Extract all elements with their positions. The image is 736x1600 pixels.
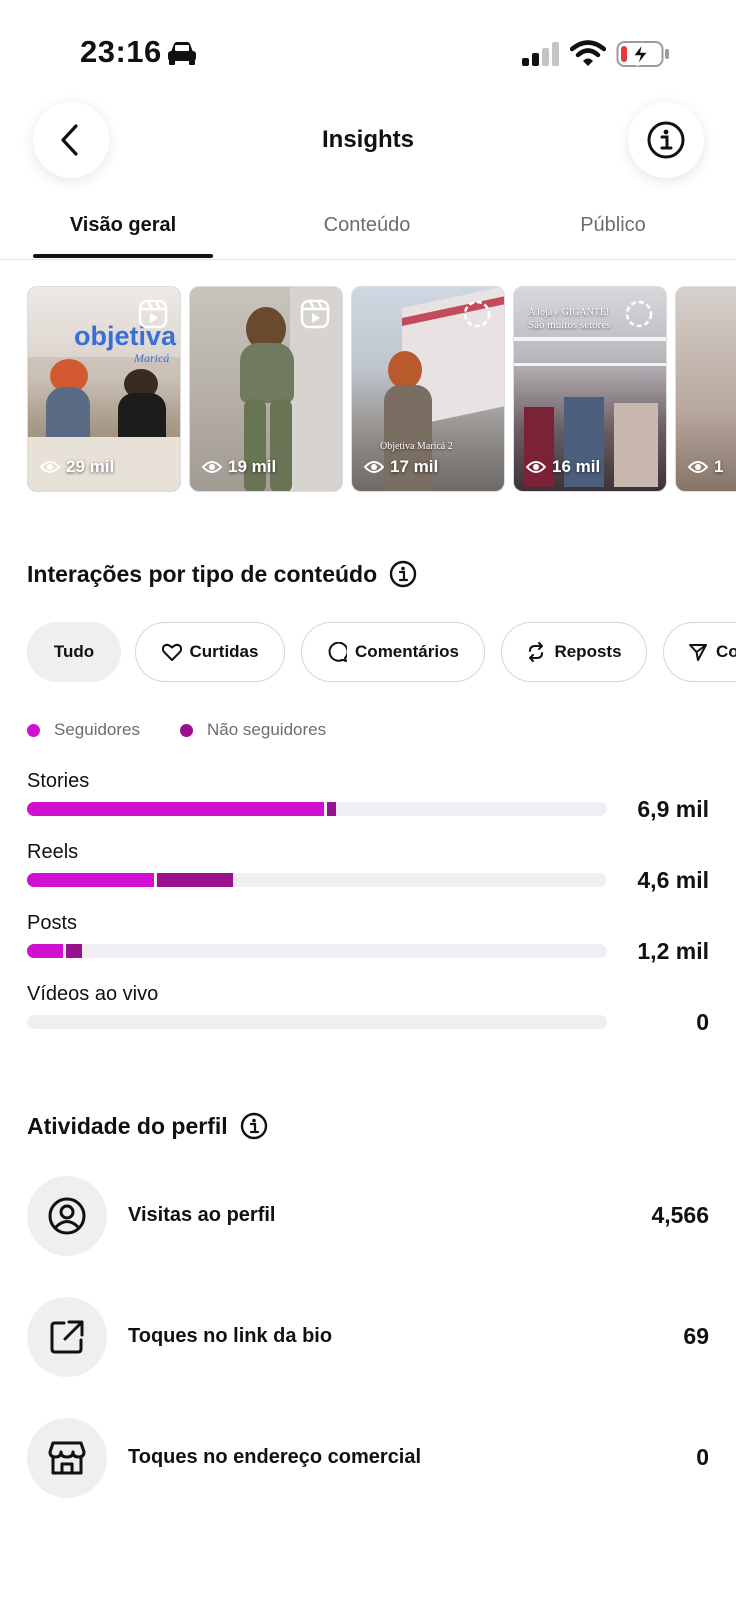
profile-activity-section-title: Atividade do perfil bbox=[27, 1112, 268, 1140]
wifi-icon bbox=[570, 40, 606, 66]
interactions-section-title: Interações por tipo de conteúdo bbox=[27, 560, 417, 588]
chart-bar-segment bbox=[27, 873, 154, 887]
chart-legend: Seguidores Não seguidores bbox=[27, 720, 326, 740]
legend-dot bbox=[180, 723, 194, 737]
content-thumbnail[interactable]: objetiva Maricá 29 mil bbox=[27, 286, 181, 492]
thumbnail-overlay-subtext: Maricá bbox=[134, 351, 170, 365]
activity-value: 4,566 bbox=[651, 1202, 709, 1228]
activity-value: 69 bbox=[683, 1323, 709, 1349]
chart-value-label: 4,6 mil bbox=[637, 867, 709, 893]
content-thumbnails: objetiva Maricá 29 mil 19 mil Objetiva M… bbox=[27, 286, 736, 492]
chart-bar-track bbox=[27, 873, 607, 887]
chart-row: Posts 1,2 mil bbox=[27, 912, 709, 964]
thumbnail-views: 19 mil bbox=[202, 457, 276, 477]
chart-value-label: 0 bbox=[696, 1009, 709, 1035]
info-icon bbox=[647, 121, 685, 159]
chart-value-label: 1,2 mil bbox=[637, 938, 709, 964]
chart-bar-track bbox=[27, 1015, 607, 1029]
info-icon[interactable] bbox=[240, 1112, 268, 1140]
chart-bar-segment bbox=[27, 802, 324, 816]
story-ring-icon bbox=[463, 300, 491, 328]
status-bar: 23:16 bbox=[0, 0, 736, 90]
content-thumbnail[interactable]: A loja é GIGANTE! São muitos setores 16 … bbox=[513, 286, 667, 492]
thumbnail-views: 17 mil bbox=[364, 457, 438, 477]
thumbnail-views: 16 mil bbox=[526, 457, 600, 477]
heart-icon bbox=[161, 643, 182, 661]
chart-category-label: Stories bbox=[27, 770, 90, 792]
eye-icon bbox=[688, 461, 708, 473]
activity-label: Toques no link da bio bbox=[128, 1325, 333, 1347]
content-thumbnail[interactable]: 19 mil bbox=[189, 286, 343, 492]
chart-bar-segment bbox=[157, 873, 233, 887]
user-circle-icon bbox=[27, 1176, 107, 1256]
chart-bar-track bbox=[27, 802, 607, 816]
filter-chip-all[interactable]: Tudo bbox=[27, 622, 121, 682]
activity-row-business-address-taps[interactable]: Toques no endereço comercial 0 bbox=[27, 1418, 709, 1498]
chart-bar-segment bbox=[66, 944, 82, 958]
header: Insights bbox=[0, 90, 736, 210]
filter-chip-comments[interactable]: Comentários bbox=[301, 622, 485, 682]
car-icon bbox=[168, 42, 196, 65]
thumbnail-overlay-text: Objetiva Maricá 2 bbox=[380, 441, 453, 452]
chart-bar-segment bbox=[27, 944, 63, 958]
legend-item-followers: Seguidores bbox=[27, 720, 140, 740]
thumbnail-overlay-text: A loja é GIGANTE! bbox=[528, 307, 610, 318]
content-thumbnail[interactable]: Objetiva Maricá 2 17 mil bbox=[351, 286, 505, 492]
tab-audience[interactable]: Público bbox=[523, 214, 703, 237]
external-link-icon bbox=[27, 1297, 107, 1377]
activity-label: Toques no endereço comercial bbox=[128, 1446, 422, 1468]
eye-icon bbox=[202, 461, 222, 473]
battery-charging-icon bbox=[616, 41, 669, 67]
eye-icon bbox=[526, 461, 546, 473]
chart-value-label: 6,9 mil bbox=[637, 796, 709, 822]
chart-bar-track bbox=[27, 944, 607, 958]
thumbnail-views: 29 mil bbox=[40, 457, 114, 477]
reels-icon bbox=[300, 299, 330, 329]
story-ring-icon bbox=[625, 300, 653, 328]
page-title: Insights bbox=[321, 126, 414, 153]
activity-value: 0 bbox=[696, 1444, 709, 1470]
status-time: 23:16 bbox=[80, 34, 162, 69]
content-thumbnail[interactable]: 1 bbox=[675, 286, 736, 492]
chart-category-label: Posts bbox=[27, 912, 78, 934]
repost-icon bbox=[529, 642, 544, 662]
chart-category-label: Vídeos ao vivo bbox=[27, 983, 159, 1005]
eye-icon bbox=[40, 461, 60, 473]
filter-chip-likes[interactable]: Curtidas bbox=[135, 622, 285, 682]
chart-category-label: Reels bbox=[27, 841, 79, 863]
filter-chip-reposts[interactable]: Reposts bbox=[501, 622, 647, 682]
activity-row-bio-link-taps[interactable]: Toques no link da bio 69 bbox=[27, 1297, 709, 1377]
signal-icon bbox=[522, 42, 559, 66]
comment-icon bbox=[328, 642, 348, 662]
tab-content[interactable]: Conteúdo bbox=[277, 214, 457, 237]
tab-overview[interactable]: Visão geral bbox=[33, 214, 213, 237]
chart-row: Reels 4,6 mil bbox=[27, 841, 709, 893]
tab-bar: Visão geral Conteúdo Público bbox=[0, 204, 736, 260]
active-tab-indicator bbox=[33, 254, 213, 258]
legend-item-non-followers: Não seguidores bbox=[180, 720, 326, 740]
reels-icon bbox=[138, 299, 168, 329]
chart-row: Vídeos ao vivo 0 bbox=[27, 983, 709, 1035]
thumbnail-views: 1 bbox=[688, 457, 723, 477]
info-button[interactable] bbox=[628, 102, 704, 178]
activity-label: Visitas ao perfil bbox=[128, 1204, 276, 1226]
legend-dot bbox=[27, 723, 40, 737]
send-icon bbox=[689, 644, 707, 661]
activity-row-profile-visits[interactable]: Visitas ao perfil 4,566 bbox=[27, 1176, 709, 1256]
eye-icon bbox=[364, 461, 384, 473]
chart-bar-segment bbox=[327, 802, 336, 816]
info-icon[interactable] bbox=[389, 560, 417, 588]
storefront-icon bbox=[27, 1418, 107, 1498]
filter-chip-shares[interactable]: Co bbox=[663, 622, 736, 682]
content-type-filters: Tudo Curtidas Comentários Reposts Co bbox=[27, 622, 736, 684]
chart-row: Stories 6,9 mil bbox=[27, 770, 709, 822]
thumbnail-overlay-subtext: São muitos setores bbox=[528, 319, 611, 331]
